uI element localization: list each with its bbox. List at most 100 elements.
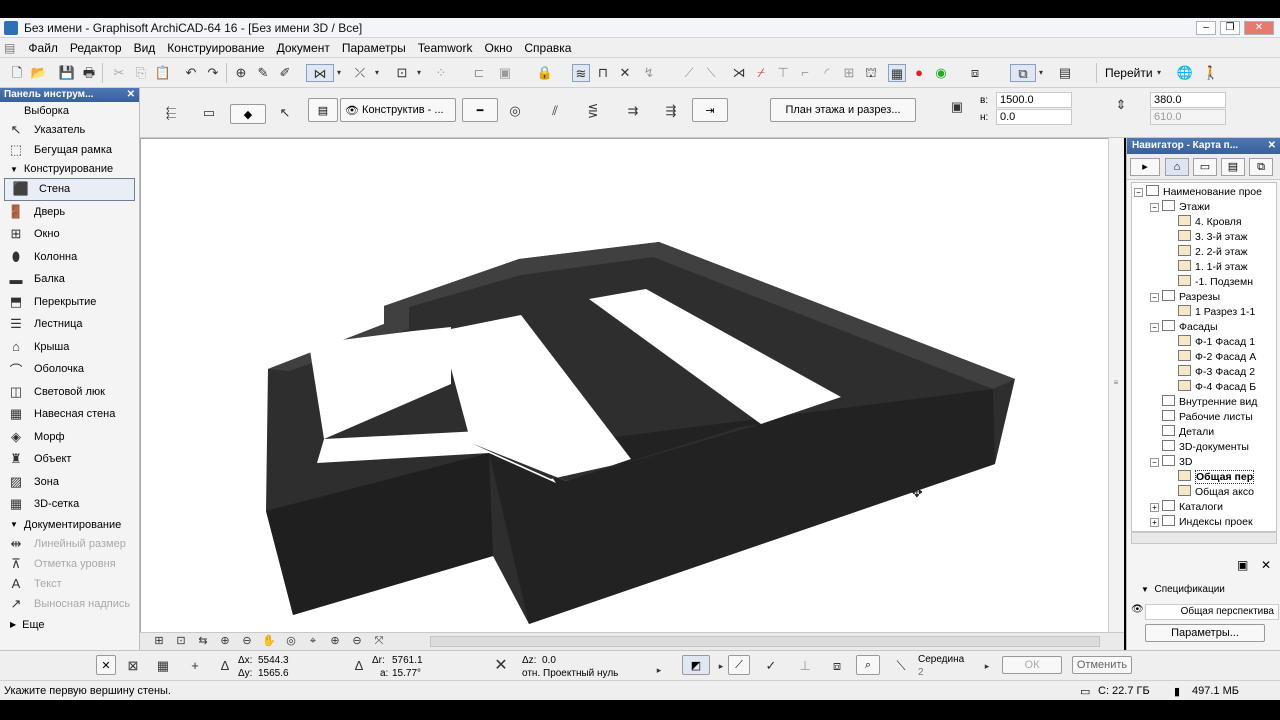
tool-construct_items-10[interactable]: ▦ Навесная стена: [0, 403, 139, 426]
tool-construct_items-2[interactable]: ⊞ Окно: [0, 223, 139, 246]
offset-icon[interactable]: ⟋: [680, 64, 698, 82]
tool-construct_items-8[interactable]: ⌒ Оболочка: [0, 358, 139, 381]
globe-icon[interactable]: 🌐: [1176, 64, 1194, 82]
cancel-input-icon[interactable]: ✕: [96, 655, 116, 675]
select-section[interactable]: Выборка: [0, 102, 139, 120]
expand-icon[interactable]: −: [1150, 323, 1159, 332]
doc-section[interactable]: ▼ Документирование: [0, 516, 139, 534]
plan-icon[interactable]: ▦: [888, 64, 906, 82]
tree-item[interactable]: Ф-3 Фасад 2: [1166, 365, 1255, 380]
tree-item[interactable]: 3D-документы: [1150, 440, 1249, 455]
gravity-icon[interactable]: ⋈: [306, 64, 334, 82]
tool-doc_items-1[interactable]: ⊼ Отметка уровня: [0, 554, 139, 574]
tree-item[interactable]: + Индексы проек: [1150, 515, 1253, 530]
open-file-icon[interactable]: 📂: [30, 64, 48, 82]
construct-section[interactable]: ▼ Конструирование: [0, 160, 139, 178]
tool-doc_items-2[interactable]: A Текст: [0, 574, 139, 594]
horizontal-scrollbar[interactable]: [430, 636, 1100, 647]
height-field[interactable]: 380.0: [1150, 92, 1226, 108]
menu-2[interactable]: Вид: [128, 38, 162, 58]
restore-button[interactable]: ❐: [1220, 21, 1240, 35]
stretch-icon[interactable]: ⊞: [840, 64, 858, 82]
curve-icon[interactable]: ◜: [818, 64, 836, 82]
tree-item[interactable]: Детали: [1150, 425, 1214, 440]
view-tool-icon[interactable]: ⌖: [304, 632, 322, 650]
check-snap-icon[interactable]: ✓: [762, 657, 780, 675]
wall-arc-icon[interactable]: ◎: [506, 102, 524, 120]
tool-construct_items-3[interactable]: ⬮ Колонна: [0, 246, 139, 269]
eyedropper-icon[interactable]: ✎: [254, 64, 272, 82]
tree-item[interactable]: − Фасады: [1150, 320, 1218, 335]
tool-construct_items-11[interactable]: ◈ Морф: [0, 426, 139, 449]
split-icon[interactable]: ⟍: [702, 64, 720, 82]
tool-doc_items-0[interactable]: ⇹ Линейный размер: [0, 534, 139, 554]
intersect-icon[interactable]: ⌿: [752, 64, 770, 82]
suspend-groups-icon[interactable]: ≋: [572, 64, 590, 82]
tool-select_items-1[interactable]: ⬚ Бегущая рамка: [0, 140, 139, 160]
project-map-tab-icon[interactable]: ⌂: [1165, 158, 1189, 176]
view-tool-icon[interactable]: ⊕: [326, 632, 344, 650]
tree-item[interactable]: 3. 3-й этаж: [1166, 230, 1247, 245]
dr-value[interactable]: 5761.1: [392, 655, 423, 666]
guide-icon[interactable]: ⊠: [124, 657, 142, 675]
tree-item[interactable]: Внутренние вид: [1150, 395, 1257, 410]
redo-icon[interactable]: ↷: [204, 64, 222, 82]
view-tool-icon[interactable]: ✋: [260, 632, 278, 650]
syringe-icon[interactable]: ✐: [276, 64, 294, 82]
vertical-scrollbar[interactable]: ≡: [1108, 138, 1124, 636]
menu-5[interactable]: Параметры: [336, 38, 412, 58]
menu-6[interactable]: Teamwork: [412, 38, 479, 58]
adjust-icon[interactable]: ⊤: [774, 64, 792, 82]
wall-flip-icon[interactable]: ⇶: [662, 102, 680, 120]
elevate-icon[interactable]: ⛫: [862, 64, 880, 82]
spec-section[interactable]: ▼ Спецификации: [1141, 584, 1225, 595]
magnet-icon[interactable]: ⌕: [856, 655, 880, 675]
tool-construct_items-1[interactable]: 🚪 Дверь: [0, 201, 139, 224]
save-icon[interactable]: 💾: [58, 64, 76, 82]
angle-value[interactable]: 15.77°: [392, 668, 421, 679]
minimize-button[interactable]: –: [1196, 21, 1216, 35]
tree-item[interactable]: Ф-4 Фасад Б: [1166, 380, 1256, 395]
perpendicular-icon[interactable]: ⊥: [796, 657, 814, 675]
tool-construct_items-14[interactable]: ▦ 3D-сетка: [0, 493, 139, 516]
tree-item[interactable]: Ф-1 Фасад 1: [1166, 335, 1255, 350]
trace-icon[interactable]: ⤫: [348, 64, 372, 82]
construct-dropdown[interactable]: 👁 Конструктив - ...: [340, 98, 456, 122]
snap-box-icon[interactable]: ⧈: [828, 657, 846, 675]
3d-viewport[interactable]: ✥: [140, 138, 1124, 636]
goto-button[interactable]: Перейти: [1105, 66, 1153, 80]
wall-trapezoid-icon[interactable]: ⇥: [692, 98, 728, 122]
copy-icon[interactable]: ⎘: [132, 64, 150, 82]
close-icon[interactable]: ✕: [1268, 138, 1276, 154]
chevron-down-icon[interactable]: ▾: [1154, 64, 1164, 82]
expand-icon[interactable]: +: [1150, 518, 1159, 527]
tool-construct_items-7[interactable]: ⌂ Крыша: [0, 336, 139, 359]
wall-geometry-icon[interactable]: ⬱: [162, 104, 180, 122]
z-axis-icon[interactable]: ✕: [492, 657, 510, 675]
view-tool-icon[interactable]: ⊕: [216, 632, 234, 650]
tool-construct_items-5[interactable]: ⬒ Перекрытие: [0, 291, 139, 314]
wall-straight-icon[interactable]: ▭: [200, 104, 218, 122]
find-select-icon[interactable]: ⊕: [232, 64, 250, 82]
tree-item[interactable]: Общая аксо: [1166, 485, 1254, 500]
menu-3[interactable]: Конструирование: [161, 38, 270, 58]
reference-line-icon[interactable]: ⫽: [546, 102, 564, 120]
snap-divisions[interactable]: 2: [918, 667, 924, 678]
view-tool-icon[interactable]: ⊖: [348, 632, 366, 650]
expand-icon[interactable]: −: [1150, 458, 1159, 467]
line-snap-icon[interactable]: ⟋: [728, 655, 750, 675]
menu-0[interactable]: Файл: [22, 38, 64, 58]
document-icon[interactable]: ▤: [0, 38, 19, 58]
tree-item[interactable]: − Разрезы: [1150, 290, 1220, 305]
tree-item[interactable]: Рабочие листы: [1150, 410, 1253, 425]
grid-icon[interactable]: ▦: [154, 657, 172, 675]
view-tool-icon[interactable]: ⊡: [172, 632, 190, 650]
chevron-down-icon[interactable]: ▾: [372, 64, 382, 82]
lock-icon[interactable]: 🔒: [536, 64, 554, 82]
dy-value[interactable]: 1565.6: [258, 668, 289, 679]
parameters-button[interactable]: Параметры...: [1145, 624, 1265, 642]
bottom-offset-field[interactable]: 0.0: [996, 109, 1072, 125]
tree-item[interactable]: Общая пер: [1166, 470, 1255, 485]
polar-icon[interactable]: Δ: [350, 657, 368, 675]
publisher-tab-icon[interactable]: ⧉: [1249, 158, 1273, 176]
